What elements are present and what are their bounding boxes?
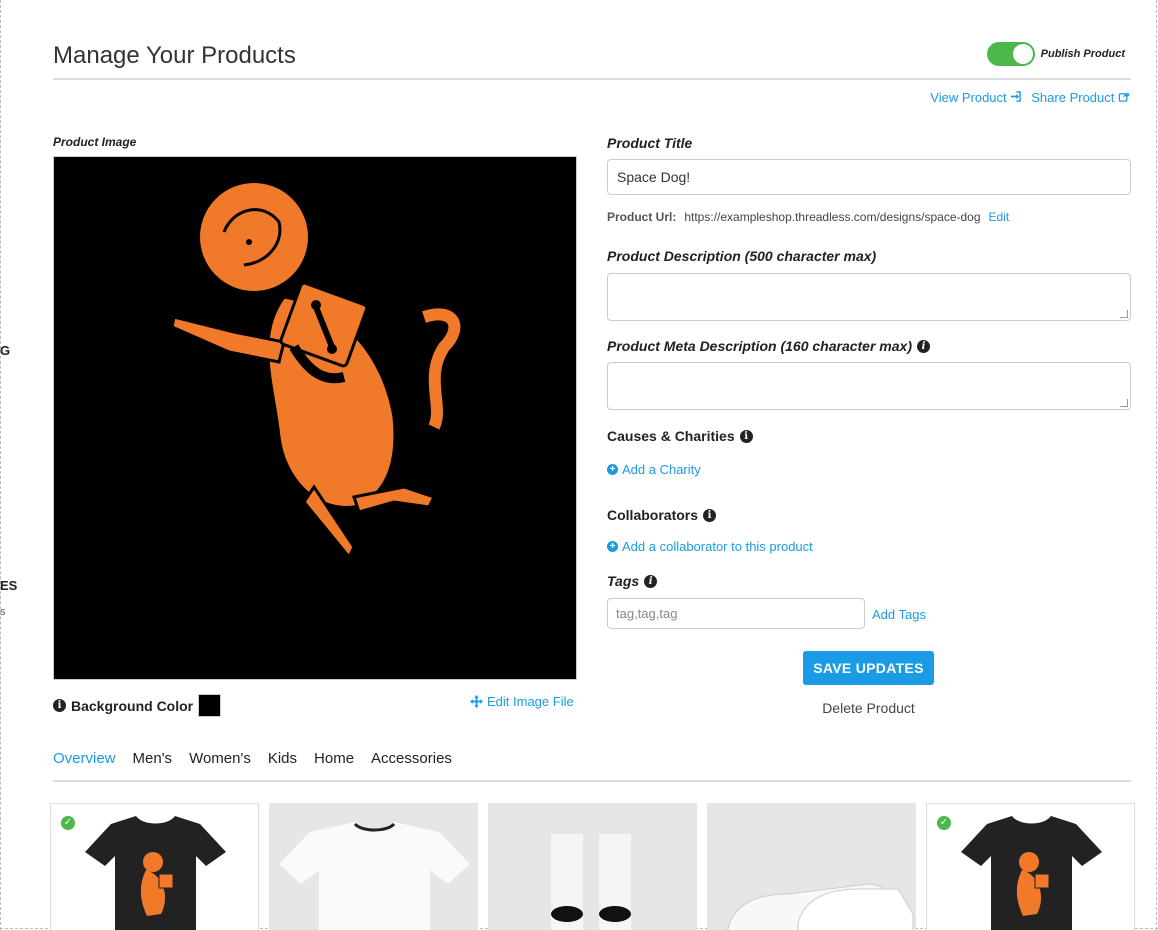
tab-kids[interactable]: Kids xyxy=(268,750,297,780)
info-icon: i xyxy=(53,699,66,712)
product-card-socks[interactable] xyxy=(488,803,697,930)
charities-label-text: Causes & Charities xyxy=(607,428,735,444)
tags-label: Tags i xyxy=(607,573,658,589)
tab-home[interactable]: Home xyxy=(314,750,354,780)
view-product-label: View Product xyxy=(930,90,1007,105)
meta-description-label-text: Product Meta Description (160 character … xyxy=(607,338,912,354)
category-tabs: Overview Men's Women's Kids Home Accesso… xyxy=(53,750,1131,782)
socks-image xyxy=(551,834,631,930)
plus-circle-icon: + xyxy=(607,541,618,552)
info-icon[interactable]: i xyxy=(703,508,717,522)
publish-toggle[interactable] xyxy=(986,42,1035,66)
shoes-image xyxy=(727,883,914,930)
publish-toggle-group: Publish Product xyxy=(986,42,1125,66)
add-collaborator-label: Add a collaborator to this product xyxy=(622,539,813,554)
info-icon[interactable]: i xyxy=(644,574,658,588)
edit-image-link[interactable]: Edit Image File xyxy=(470,694,574,709)
move-icon xyxy=(470,695,483,708)
background-color-row: i Background Color xyxy=(53,694,222,717)
product-title-label-text: Product Title xyxy=(607,135,693,151)
product-description-textarea[interactable] xyxy=(607,273,1131,321)
product-url-row: Product Url: https://exampleshop.threadl… xyxy=(607,210,1009,224)
product-cards: ✓ ✓ xyxy=(50,803,1135,930)
product-card-shoes[interactable] xyxy=(707,803,916,930)
product-description-label-text: Product Description (500 character max) xyxy=(607,248,877,264)
meta-description-textarea[interactable] xyxy=(607,362,1131,410)
sidebar-fragment: s xyxy=(0,606,6,618)
info-icon[interactable]: i xyxy=(739,429,753,443)
share-product-link[interactable]: Share Product xyxy=(1031,90,1130,105)
tab-accessories[interactable]: Accessories xyxy=(371,750,452,780)
sidebar-fragment: G xyxy=(0,343,11,358)
publish-label: Publish Product xyxy=(1040,48,1125,60)
share-icon xyxy=(1118,91,1130,102)
page-header: Manage Your Products Publish Product xyxy=(53,40,1131,80)
add-tags-link[interactable]: Add Tags xyxy=(872,607,926,622)
add-charity-link[interactable]: + Add a Charity xyxy=(607,462,701,477)
collaborators-label: Collaborators i xyxy=(607,507,717,523)
meta-description-label: Product Meta Description (160 character … xyxy=(607,338,930,354)
tab-overview[interactable]: Overview xyxy=(53,750,116,780)
left-border xyxy=(0,0,1,930)
plus-circle-icon: + xyxy=(607,464,618,475)
product-card-tshirt-white[interactable] xyxy=(269,803,478,930)
add-collaborator-link[interactable]: + Add a collaborator to this product xyxy=(607,539,813,554)
background-color-swatch[interactable] xyxy=(198,694,222,717)
toggle-knob xyxy=(1012,44,1033,64)
tshirt-image xyxy=(85,816,226,930)
product-url-edit-link[interactable]: Edit xyxy=(989,210,1010,224)
view-product-link[interactable]: View Product xyxy=(930,90,1022,105)
product-description-label: Product Description (500 character max) xyxy=(607,248,876,264)
edit-image-label: Edit Image File xyxy=(487,694,574,709)
right-border xyxy=(1156,0,1157,930)
product-image[interactable] xyxy=(53,156,577,680)
tab-mens[interactable]: Men's xyxy=(133,750,173,780)
product-card-tshirt-black[interactable]: ✓ xyxy=(50,803,259,930)
tshirt-image xyxy=(961,816,1102,930)
product-url-value: https://exampleshop.threadless.com/desig… xyxy=(684,210,981,224)
tab-womens[interactable]: Women's xyxy=(189,750,251,780)
tags-input[interactable]: tag,tag,tag xyxy=(607,598,865,629)
product-title-input[interactable]: Space Dog! xyxy=(607,159,1131,195)
product-url-label: Product Url: xyxy=(607,210,677,224)
collaborators-label-text: Collaborators xyxy=(607,507,699,523)
page-title: Manage Your Products xyxy=(53,42,296,69)
background-color-label: Background Color xyxy=(71,697,194,714)
product-links: View Product Share Product xyxy=(930,90,1130,105)
share-product-label: Share Product xyxy=(1031,90,1115,105)
save-updates-button[interactable]: SAVE UPDATES xyxy=(803,651,934,685)
add-charity-label: Add a Charity xyxy=(622,462,701,477)
space-dog-illustration xyxy=(170,183,461,560)
check-icon: ✓ xyxy=(937,816,951,830)
info-icon[interactable]: i xyxy=(917,339,930,353)
tags-label-text: Tags xyxy=(607,573,640,589)
product-title-label: Product Title xyxy=(607,135,692,151)
check-icon: ✓ xyxy=(61,816,75,830)
sign-in-icon xyxy=(1011,91,1022,102)
product-image-label: Product Image xyxy=(53,135,137,149)
charities-label: Causes & Charities i xyxy=(607,428,753,444)
sidebar-fragment: ES xyxy=(0,578,18,593)
tshirt-image xyxy=(279,822,470,930)
delete-product-button[interactable]: Delete Product xyxy=(803,700,934,716)
product-card-tshirt-black-2[interactable]: ✓ xyxy=(926,803,1135,930)
